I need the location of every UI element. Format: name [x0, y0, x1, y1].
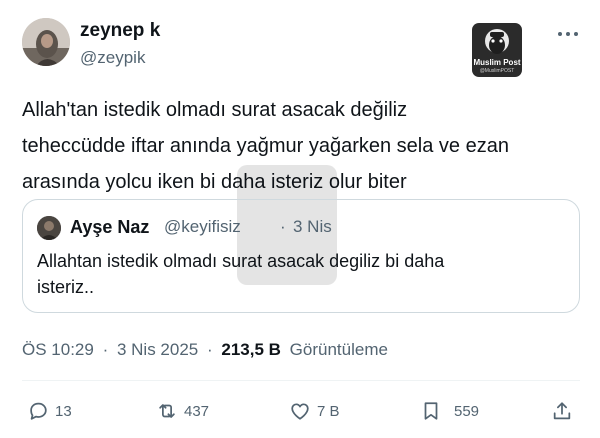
tweet-card: zeynep k @zeypik Muslim Post @MuslimPOST… — [0, 0, 600, 438]
quoted-author-name[interactable]: Ayşe Naz — [70, 217, 149, 238]
share-button[interactable] — [551, 398, 573, 424]
like-icon — [291, 403, 309, 420]
reply-button[interactable]: 13 — [27, 398, 72, 424]
tweet-time[interactable]: ÖS 10:29 — [22, 340, 94, 360]
author-display-name[interactable]: zeynep k — [80, 20, 160, 42]
quoted-text-line: Allahtan istedik olmadı surat asacak deg… — [37, 251, 445, 271]
quoted-text: Allahtan istedik olmadı surat asacak deg… — [37, 248, 557, 300]
like-count: 7 B — [317, 402, 340, 420]
author-avatar[interactable] — [22, 18, 70, 66]
divider — [22, 380, 580, 381]
author-handle[interactable]: @zeypik — [80, 48, 145, 68]
views-count: 213,5 B — [221, 340, 281, 359]
tweet-text-line: teheccüdde iftar anında yağmur yağarken … — [22, 135, 509, 157]
share-icon — [553, 402, 571, 420]
badge-subtitle: @MuslimPOST — [479, 68, 515, 74]
tweet-date[interactable]: 3 Nis 2025 — [117, 340, 198, 360]
bookmark-count: 559 — [454, 402, 480, 420]
reply-icon — [30, 402, 47, 420]
quoted-author-avatar[interactable] — [37, 216, 61, 240]
repost-icon — [159, 404, 175, 418]
quoted-author-handle[interactable]: @keyifisiz — [164, 217, 241, 237]
more-icon[interactable] — [556, 26, 580, 42]
quoted-date[interactable]: 3 Nis — [293, 217, 332, 237]
bookmark-icon — [424, 402, 438, 420]
quoted-separator: · — [280, 217, 286, 236]
bookmark-button[interactable]: 559 — [420, 398, 479, 424]
muslim-post-logo: Muslim Post @MuslimPOST — [472, 23, 522, 77]
tweet-text-line: arasında yolcu iken bi daha isteriz olur… — [22, 171, 407, 193]
views-label: Görüntüleme — [289, 340, 388, 359]
reply-count: 13 — [55, 402, 72, 420]
meta-separator: · — [206, 340, 213, 359]
quoted-tweet[interactable]: Ayşe Naz @keyifisiz · 3 Nis Allahtan ist… — [22, 199, 580, 313]
badge-title: Muslim Post — [473, 58, 521, 67]
like-button[interactable]: 7 B — [289, 398, 340, 424]
quoted-text-line: isteriz.. — [37, 277, 95, 297]
tweet-text-line: Allah'tan istedik olmadı surat asacak de… — [22, 99, 408, 121]
tweet-meta: ÖS 10:29 · 3 Nis 2025 · 213,5 B Görüntül… — [22, 340, 388, 360]
meta-separator: · — [102, 340, 109, 359]
tweet-text: Allah'tan istedik olmadı surat asacak de… — [22, 92, 582, 200]
repost-button[interactable]: 437 — [156, 398, 209, 424]
repost-count: 437 — [184, 402, 210, 420]
